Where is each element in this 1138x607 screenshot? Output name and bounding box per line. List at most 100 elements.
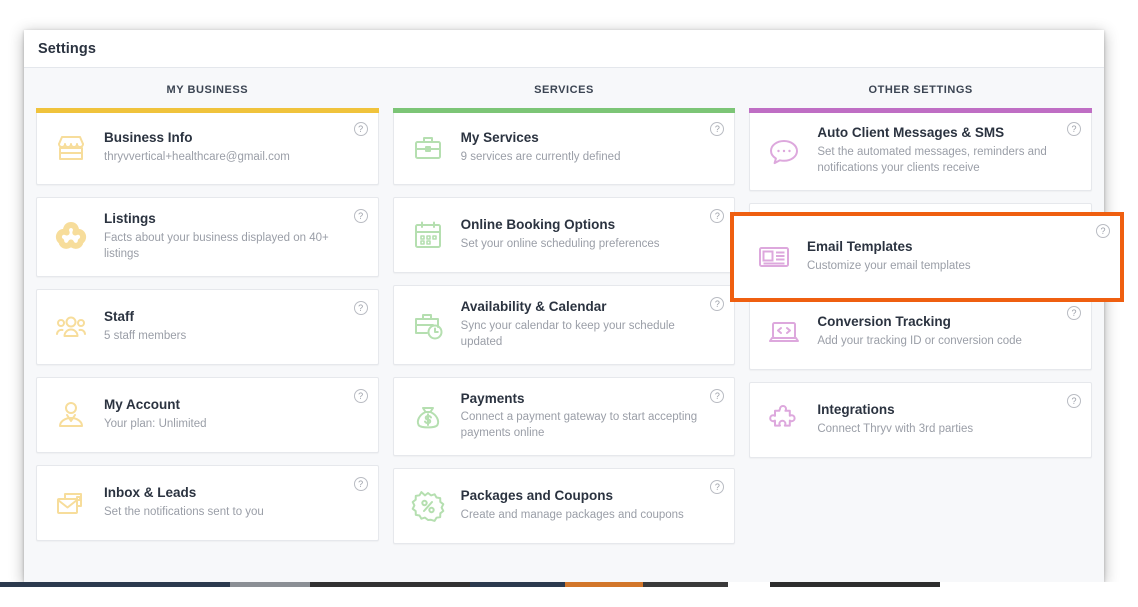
settings-card[interactable]: ? My Services 9 services are currently def… [392, 108, 736, 185]
settings-card[interactable]: ? Online Booking Options Set your online s… [392, 197, 736, 273]
inbox-envelope-icon [49, 481, 93, 525]
card-text: Packages and Coupons Create and manage pa… [461, 488, 684, 524]
laptop-code-icon [762, 310, 806, 354]
card-description: Create and manage packages and coupons [460, 509, 684, 522]
settings-card[interactable]: ? Business Info thryvvertical+healthcare@g… [36, 108, 379, 185]
selected-card-email-templates[interactable]: ? Email Templates Customize your email t… [730, 212, 1124, 302]
card-title: Availability & Calendar [460, 299, 607, 314]
card-description: 5 staff members [104, 329, 187, 342]
listings-icon [49, 215, 93, 259]
taskbar-segment [565, 582, 643, 587]
card-title: Auto Client Messages & SMS [817, 125, 1005, 140]
card-title: Listings [104, 211, 156, 226]
settings-card[interactable]: ? Availability & Calendar Sync your calend… [392, 285, 736, 365]
card-description: Add your tracking ID or conversion code [817, 335, 1022, 348]
help-icon[interactable]: ? [710, 209, 725, 223]
card-text: Auto Client Messages & SMS Set the automa… [817, 125, 1055, 177]
help-icon[interactable]: ? [353, 476, 368, 491]
card-description: Set your online scheduling preferences [460, 238, 660, 250]
card-title: Business Info [104, 130, 193, 146]
email-template-icon [752, 235, 796, 279]
card-description: Set the notifications sent to you [104, 505, 264, 518]
briefcase-icon [406, 126, 450, 170]
settings-card[interactable]: ? Packages and Coupons Create and manage p… [392, 468, 736, 545]
help-icon[interactable]: ? [1067, 122, 1082, 136]
taskbar-segment [470, 582, 565, 587]
staff-group-icon [49, 305, 93, 349]
card-text: Listings Facts about your business displa… [104, 211, 342, 263]
column-heading: SERVICES [534, 84, 594, 96]
card-title: Conversion Tracking [817, 314, 951, 330]
help-icon[interactable]: ? [1067, 394, 1082, 409]
settings-card[interactable]: ? Payments Connect a payment gateway to st… [392, 376, 736, 457]
help-icon[interactable]: ? [353, 300, 368, 315]
settings-card[interactable]: ? Conversion Tracking Add your tracking ID… [749, 294, 1093, 371]
settings-window: Settings MY BUSINESS? Business Info thryvv… [24, 30, 1104, 582]
taskbar-segment [770, 582, 940, 587]
column-heading: OTHER SETTINGS [868, 84, 973, 96]
settings-card[interactable]: ? Integrations Connect Thryv with 3rd part… [749, 382, 1093, 459]
money-bag-icon [406, 394, 450, 438]
chat-bubble-icon [762, 129, 806, 173]
help-icon[interactable]: ? [710, 297, 725, 311]
card-title: Email Templates [807, 239, 913, 255]
taskbar-segment [310, 582, 470, 587]
help-icon[interactable]: ? [353, 209, 368, 223]
card-title: My Services [460, 130, 539, 146]
card-title: Payments [460, 390, 525, 406]
settings-column: OTHER SETTINGS? Auto Client Messages & SM… [749, 84, 1093, 582]
settings-card[interactable]: ? Auto Client Messages & SMS Set the autom… [749, 108, 1093, 191]
card-text: Business Info thryvvertical+healthcare@gm… [104, 130, 290, 166]
window-titlebar: Settings [24, 30, 1104, 68]
card-description: 9 services are currently defined [460, 151, 621, 163]
settings-board: MY BUSINESS? Business Info thryvvertical+h… [24, 68, 1104, 582]
settings-card[interactable]: ? My Account Your plan: Unlimited [36, 376, 379, 453]
card-text: My Account Your plan: Unlimited [104, 397, 207, 433]
card-description: thryvvertical+healthcare@gmail.com [104, 151, 290, 163]
card-description: Customize your email templates [807, 260, 971, 272]
help-icon[interactable]: ? [710, 122, 725, 136]
card-description: Sync your calendar to keep your schedule… [460, 319, 675, 348]
briefcase-clock-icon [406, 303, 450, 347]
help-icon[interactable]: ? [1096, 224, 1110, 238]
card-description: Facts about your business displayed on 4… [104, 231, 329, 260]
settings-card[interactable]: ? Inbox & Leads Set the notifications sent… [36, 464, 379, 541]
card-description: Set the automated messages, reminders an… [817, 145, 1047, 174]
card-title: Packages and Coupons [460, 488, 613, 504]
taskbar-segment [0, 582, 230, 587]
card-title: Staff [104, 308, 134, 324]
settings-card[interactable]: ? Listings Facts about your business displ… [36, 197, 379, 277]
settings-card[interactable]: ? Staff 5 staff members [36, 288, 379, 365]
card-text: Payments Connect a payment gateway to sta… [461, 391, 699, 443]
taskbar-segment [230, 582, 310, 587]
help-icon[interactable]: ? [1067, 306, 1082, 321]
card-description: Connect a payment gateway to start accep… [460, 411, 698, 440]
card-description: Connect Thryv with 3rd parties [817, 423, 974, 436]
taskbar-cutoff [0, 582, 1138, 607]
storefront-icon [49, 126, 93, 170]
taskbar-segment [728, 582, 770, 587]
settings-column: SERVICES? My Services 9 services are curre… [392, 84, 736, 582]
card-text: Integrations Connect Thryv with 3rd parti… [817, 402, 973, 438]
card-text: Availability & Calendar Sync your calenda… [461, 299, 699, 351]
card-title: Online Booking Options [460, 217, 616, 233]
column-accent-bar [749, 108, 1093, 113]
screenshot-root: Settings MY BUSINESS? Business Info thryvv… [0, 0, 1138, 607]
taskbar-segment [643, 582, 728, 587]
page-title: Settings [38, 40, 96, 57]
calendar-icon [406, 213, 450, 257]
column-heading: MY BUSINESS [166, 84, 249, 96]
settings-column: MY BUSINESS? Business Info thryvvertical+h… [36, 84, 379, 582]
help-icon[interactable]: ? [353, 122, 368, 136]
help-icon[interactable]: ? [710, 480, 725, 495]
card-text: Email Templates Customize your email tem… [807, 239, 971, 275]
card-title: Inbox & Leads [104, 484, 197, 500]
card-text: Staff 5 staff members [104, 309, 186, 345]
percent-badge-icon [406, 484, 450, 528]
taskbar-strip [0, 582, 1138, 587]
card-text: My Services 9 services are currently defi… [461, 130, 621, 166]
help-icon[interactable]: ? [710, 388, 725, 403]
column-accent-bar [392, 108, 736, 113]
card-description: Your plan: Unlimited [104, 417, 207, 430]
help-icon[interactable]: ? [353, 388, 368, 403]
